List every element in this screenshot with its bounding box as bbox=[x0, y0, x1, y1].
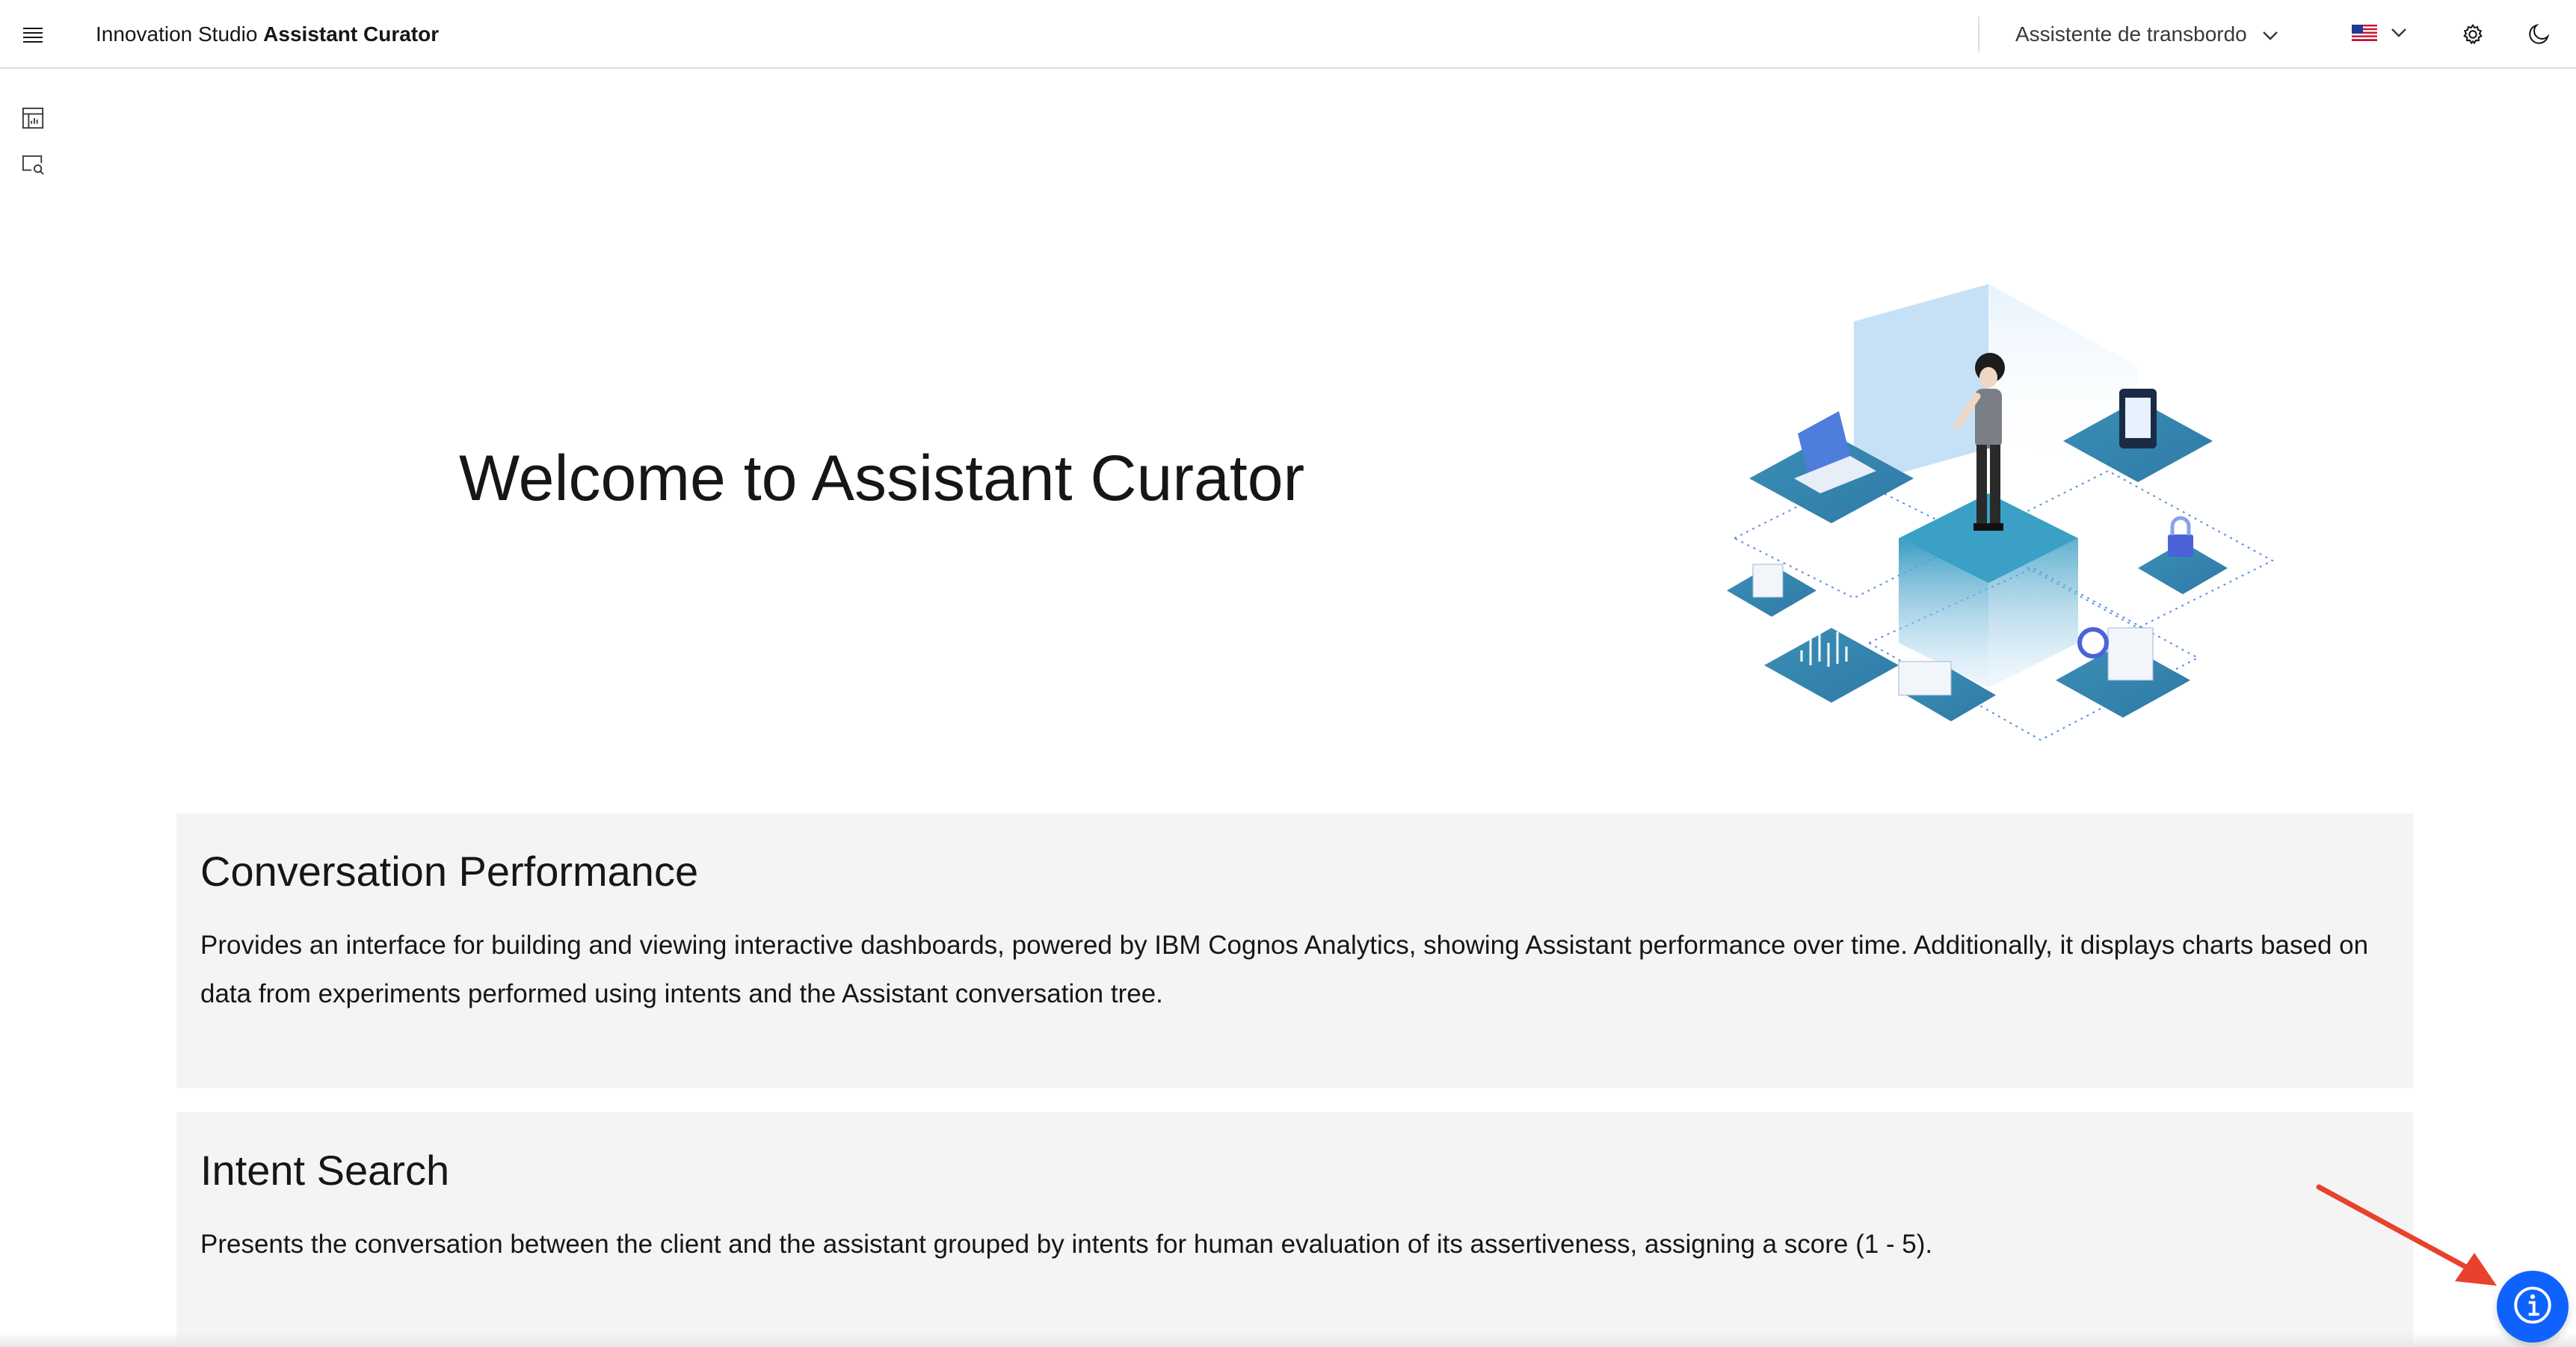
card-title: Conversation Performance bbox=[200, 848, 699, 895]
header-divider bbox=[1978, 16, 1979, 52]
assistant-selector-label: Assistente de transbordo bbox=[2015, 22, 2247, 46]
settings-gear-icon[interactable] bbox=[2455, 16, 2491, 52]
assistant-selector[interactable]: Assistente de transbordo bbox=[2015, 16, 2278, 52]
app-brand[interactable]: Innovation Studio Assistant Curator bbox=[96, 19, 439, 49]
us-flag-icon bbox=[2352, 24, 2377, 45]
conversation-performance-card[interactable]: Conversation Performance Provides an int… bbox=[176, 813, 2413, 1088]
card-title: Intent Search bbox=[200, 1147, 450, 1194]
intent-search-card[interactable]: Intent Search Presents the conversation … bbox=[176, 1112, 2413, 1347]
brand-name: Assistant Curator bbox=[263, 22, 440, 46]
info-icon bbox=[2512, 1284, 2554, 1330]
hero-illustration bbox=[1727, 284, 2275, 742]
menu-icon[interactable] bbox=[16, 18, 49, 51]
bottom-shadow bbox=[0, 1332, 2576, 1347]
page-title: Welcome to Assistant Curator bbox=[459, 443, 1305, 514]
info-button[interactable] bbox=[2497, 1271, 2569, 1343]
card-description: Provides an interface for building and v… bbox=[200, 931, 2369, 1008]
dark-mode-moon-icon[interactable] bbox=[2521, 16, 2557, 52]
chevron-down-icon bbox=[2391, 28, 2407, 42]
app-header: Innovation Studio Assistant Curator Assi… bbox=[0, 0, 2576, 69]
language-selector[interactable] bbox=[2352, 16, 2407, 52]
chevron-down-icon bbox=[2262, 22, 2278, 46]
search-icon[interactable] bbox=[16, 148, 49, 181]
dashboard-icon[interactable] bbox=[16, 102, 49, 135]
card-description: Presents the conversation between the cl… bbox=[200, 1230, 1933, 1259]
annotation-arrow-icon bbox=[2316, 1184, 2497, 1286]
brand-prefix: Innovation Studio bbox=[96, 22, 258, 46]
